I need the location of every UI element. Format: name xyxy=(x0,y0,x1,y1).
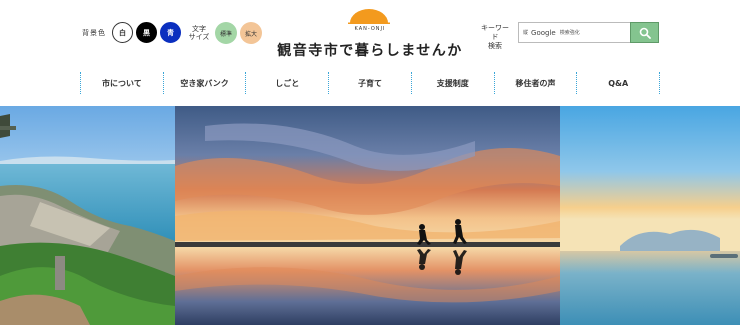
nav-item-support[interactable]: 支援制度 xyxy=(410,72,494,94)
logo-subtitle: KAN-ONJI xyxy=(354,26,386,32)
fontsize-normal-button[interactable]: 標準 xyxy=(215,22,237,44)
hero-image-calm-sea xyxy=(560,106,740,325)
fontsize-large-button[interactable]: 拡大 xyxy=(240,22,262,44)
nav-item-migrant-voices[interactable]: 移住者の声 xyxy=(493,72,577,94)
bgcolor-black-button[interactable]: 黒 xyxy=(136,22,157,43)
main-navigation: 市について 空き家バンク しごと 子育て 支援制度 移住者の声 Q&A xyxy=(80,72,661,94)
fontsize-label-line1: 文字 xyxy=(192,25,206,33)
keyword-label-line1: キーワード xyxy=(481,24,509,41)
nav-item-work[interactable]: しごと xyxy=(245,72,328,94)
site-header: 背景色 白 黒 青 文字 サイズ 標準 拡大 KAN-ONJI 観音寺市で暮らし… xyxy=(0,0,740,70)
bgcolor-white-button[interactable]: 白 xyxy=(112,22,133,43)
font-size-switcher: 文字 サイズ 標準 拡大 xyxy=(188,22,265,44)
logo-title: 観音寺市で暮らしませんか xyxy=(277,43,463,59)
nav-item-about-city[interactable]: 市について xyxy=(80,72,163,94)
bgcolor-label: 背景色 xyxy=(82,28,106,37)
nav-item-qa[interactable]: Q&A xyxy=(576,72,661,94)
keyword-label-line2: 検索 xyxy=(488,42,502,50)
search-button[interactable] xyxy=(630,22,659,43)
hero-image-sunset-reflection xyxy=(175,106,560,325)
search-prefix: 縦 xyxy=(523,30,529,36)
bgcolor-blue-button[interactable]: 青 xyxy=(160,22,181,43)
nav-item-vacant-house-bank[interactable]: 空き家バンク xyxy=(162,72,246,94)
search-icon xyxy=(639,27,651,39)
sun-logo-icon xyxy=(348,9,390,24)
hero-image-coast-view xyxy=(0,106,175,325)
google-logo-text: Google xyxy=(531,28,556,37)
search-input[interactable]: 縦 Google 検索強化 xyxy=(518,22,632,43)
background-color-switcher: 背景色 白 黒 青 xyxy=(82,22,184,43)
keyword-search-label: キーワード 検索 xyxy=(478,24,512,51)
fontsize-label: 文字 サイズ xyxy=(188,25,210,41)
hero-slideshow[interactable] xyxy=(0,106,740,325)
search-powered-text: 検索強化 xyxy=(559,30,580,36)
fontsize-label-line2: サイズ xyxy=(188,33,210,41)
nav-item-childcare[interactable]: 子育て xyxy=(328,72,411,94)
site-logo[interactable]: KAN-ONJI 観音寺市で暮らしませんか xyxy=(270,4,470,62)
